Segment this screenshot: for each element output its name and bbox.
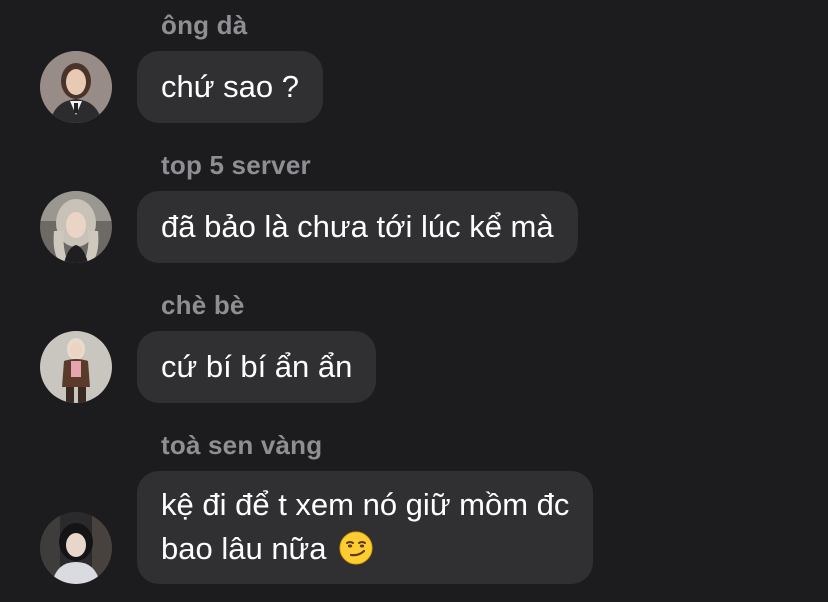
- message-text: đã bảo là chưa tới lúc kể mà: [161, 209, 554, 244]
- avatar[interactable]: [40, 51, 112, 123]
- sender-name[interactable]: chè bè: [161, 290, 245, 321]
- sender-name[interactable]: toà sen vàng: [161, 430, 322, 461]
- message-bubble[interactable]: cứ bí bí ẩn ẩn: [137, 331, 377, 403]
- avatar[interactable]: [40, 512, 112, 584]
- message-bubble[interactable]: kệ đi để t xem nó giữ mồm đc bao lâu nữa: [137, 471, 594, 584]
- message-text-line: bao lâu nữa: [161, 527, 569, 571]
- message-bubble[interactable]: đã bảo là chưa tới lúc kể mà: [137, 191, 578, 263]
- sender-name[interactable]: top 5 server: [161, 150, 311, 181]
- message-text: cứ bí bí ẩn ẩn: [161, 349, 353, 384]
- message-text: chứ sao ?: [161, 69, 299, 104]
- sender-name[interactable]: ông dà: [161, 10, 247, 41]
- avatar[interactable]: [40, 331, 112, 403]
- message-text-line: kệ đi để t xem nó giữ mồm đc: [161, 487, 570, 522]
- message-bubble[interactable]: chứ sao ?: [137, 51, 323, 123]
- avatar[interactable]: [40, 191, 112, 263]
- message-text-line-content: bao lâu nữa: [161, 531, 327, 566]
- smirking-face-emoji-icon: [339, 531, 373, 565]
